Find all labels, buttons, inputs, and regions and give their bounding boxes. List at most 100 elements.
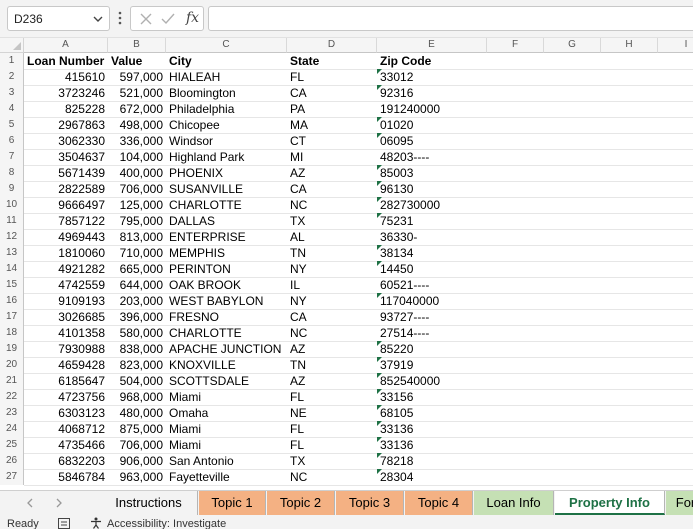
cell-city[interactable]: KNOXVILLE: [166, 357, 287, 373]
cell-zip[interactable]: 85003: [377, 165, 487, 181]
row-header[interactable]: 6: [0, 133, 24, 149]
row-header[interactable]: 13: [0, 245, 24, 261]
cell-zip[interactable]: 27514----: [377, 325, 487, 341]
cell-loan-number[interactable]: 5846784: [24, 469, 108, 485]
cell-city[interactable]: WEST BABYLON: [166, 293, 287, 309]
scroll-tabs-left-icon[interactable]: [25, 498, 35, 508]
cell-zip[interactable]: 36330-: [377, 229, 487, 245]
cell-state[interactable]: NC: [287, 197, 377, 213]
cell-state[interactable]: AZ: [287, 165, 377, 181]
row-header[interactable]: 24: [0, 421, 24, 437]
cell-value[interactable]: 963,000: [108, 469, 166, 485]
cell-value[interactable]: 203,000: [108, 293, 166, 309]
cell-city[interactable]: Highland Park: [166, 149, 287, 165]
error-indicator-icon[interactable]: [377, 165, 382, 170]
cell-state[interactable]: PA: [287, 101, 377, 117]
row-header[interactable]: 26: [0, 453, 24, 469]
cell-city[interactable]: MEMPHIS: [166, 245, 287, 261]
cell-value[interactable]: 710,000: [108, 245, 166, 261]
select-all-corner[interactable]: [0, 38, 24, 53]
cell-state[interactable]: FL: [287, 437, 377, 453]
cell-value[interactable]: 644,000: [108, 277, 166, 293]
cell-value[interactable]: 906,000: [108, 453, 166, 469]
accessibility-icon[interactable]: [90, 517, 102, 529]
cell-loan-number[interactable]: 5671439: [24, 165, 108, 181]
cell-city[interactable]: Fayetteville: [166, 469, 287, 485]
cell-state[interactable]: AZ: [287, 373, 377, 389]
header-zip[interactable]: Zip Code: [377, 53, 487, 69]
cell-loan-number[interactable]: 4723756: [24, 389, 108, 405]
cell-zip[interactable]: 92316: [377, 85, 487, 101]
cell-loan-number[interactable]: 4921282: [24, 261, 108, 277]
sheet-tab[interactable]: Loan Info: [474, 491, 554, 515]
cell-zip[interactable]: 28304: [377, 469, 487, 485]
cell-loan-number[interactable]: 415610: [24, 69, 108, 85]
cell-loan-number[interactable]: 6832203: [24, 453, 108, 469]
cell-state[interactable]: IL: [287, 277, 377, 293]
column-header[interactable]: C: [166, 38, 287, 53]
row-header[interactable]: 3: [0, 85, 24, 101]
cell-city[interactable]: Chicopee: [166, 117, 287, 133]
cell-value[interactable]: 104,000: [108, 149, 166, 165]
sheet-tab[interactable]: Property Info: [555, 491, 665, 515]
cell-state[interactable]: FL: [287, 389, 377, 405]
cell-value[interactable]: 504,000: [108, 373, 166, 389]
cell-city[interactable]: ENTERPRISE: [166, 229, 287, 245]
cell-zip[interactable]: 60521----: [377, 277, 487, 293]
error-indicator-icon[interactable]: [377, 69, 382, 74]
cell-city[interactable]: PERINTON: [166, 261, 287, 277]
cell-value[interactable]: 580,000: [108, 325, 166, 341]
column-header[interactable]: A: [24, 38, 108, 53]
cell-zip[interactable]: 93727----: [377, 309, 487, 325]
cell-value[interactable]: 838,000: [108, 341, 166, 357]
cell-state[interactable]: NC: [287, 325, 377, 341]
cell-zip[interactable]: 85220: [377, 341, 487, 357]
cell-value[interactable]: 813,000: [108, 229, 166, 245]
cell-city[interactable]: FRESNO: [166, 309, 287, 325]
row-header[interactable]: 14: [0, 261, 24, 277]
sheet-tab[interactable]: Topic 1: [199, 491, 266, 515]
cell-state[interactable]: TN: [287, 357, 377, 373]
row-header[interactable]: 7: [0, 149, 24, 165]
row-header[interactable]: 18: [0, 325, 24, 341]
cell-loan-number[interactable]: 4068712: [24, 421, 108, 437]
cell-loan-number[interactable]: 2967863: [24, 117, 108, 133]
row-header[interactable]: 5: [0, 117, 24, 133]
error-indicator-icon[interactable]: [377, 117, 382, 122]
cell-zip[interactable]: 33136: [377, 437, 487, 453]
cell-state[interactable]: TN: [287, 245, 377, 261]
cell-city[interactable]: CHARLOTTE: [166, 197, 287, 213]
error-indicator-icon[interactable]: [377, 197, 382, 202]
cell-state[interactable]: CT: [287, 133, 377, 149]
cell-value[interactable]: 521,000: [108, 85, 166, 101]
cell-value[interactable]: 498,000: [108, 117, 166, 133]
cell-zip[interactable]: 852540000: [377, 373, 487, 389]
row-header[interactable]: 9: [0, 181, 24, 197]
row-header[interactable]: 19: [0, 341, 24, 357]
cell-state[interactable]: MA: [287, 117, 377, 133]
cell-loan-number[interactable]: 2822589: [24, 181, 108, 197]
cell-city[interactable]: CHARLOTTE: [166, 325, 287, 341]
cell-state[interactable]: NE: [287, 405, 377, 421]
column-header[interactable]: G: [544, 38, 601, 53]
error-indicator-icon[interactable]: [377, 341, 382, 346]
cell-value[interactable]: 795,000: [108, 213, 166, 229]
cell-city[interactable]: HIALEAH: [166, 69, 287, 85]
cell-loan-number[interactable]: 3026685: [24, 309, 108, 325]
cell-loan-number[interactable]: 4735466: [24, 437, 108, 453]
sheet-tab[interactable]: Topic 4: [405, 491, 473, 515]
column-header[interactable]: E: [377, 38, 487, 53]
row-header[interactable]: 21: [0, 373, 24, 389]
cell-state[interactable]: TX: [287, 453, 377, 469]
row-header[interactable]: 1: [0, 53, 24, 69]
column-header[interactable]: I: [658, 38, 693, 53]
cell-zip[interactable]: 75231: [377, 213, 487, 229]
accessibility-status[interactable]: Accessibility: Investigate: [107, 518, 226, 529]
error-indicator-icon[interactable]: [377, 437, 382, 442]
row-header[interactable]: 11: [0, 213, 24, 229]
column-header[interactable]: D: [287, 38, 377, 53]
cell-loan-number[interactable]: 9666497: [24, 197, 108, 213]
cell-value[interactable]: 672,000: [108, 101, 166, 117]
cell-value[interactable]: 706,000: [108, 437, 166, 453]
cell-loan-number[interactable]: 4101358: [24, 325, 108, 341]
